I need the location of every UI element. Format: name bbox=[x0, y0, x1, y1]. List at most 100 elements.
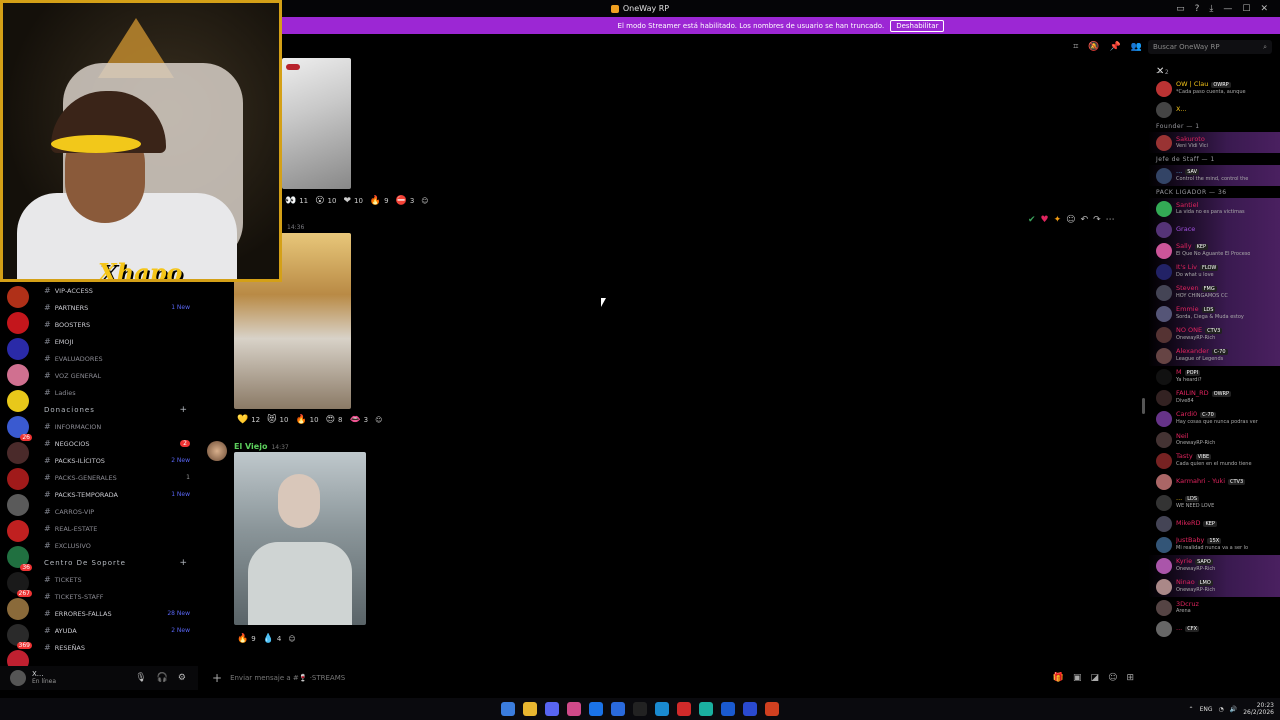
channel-item[interactable]: # PARTNERS 1 New bbox=[36, 299, 198, 316]
server-icon[interactable] bbox=[7, 468, 29, 490]
server-icon[interactable] bbox=[7, 364, 29, 386]
member-item[interactable]: Tasty VIBE Cada quien en el mundo tiene bbox=[1148, 450, 1280, 471]
add-reaction-icon[interactable]: ☺ bbox=[375, 416, 382, 424]
channel-item[interactable]: # RESEÑAS bbox=[36, 639, 198, 656]
server-icon[interactable]: 369 bbox=[7, 624, 32, 649]
member-item[interactable]: Alexander C-70 League of Legends bbox=[1148, 345, 1280, 366]
server-icon[interactable] bbox=[7, 442, 29, 464]
member-item[interactable]: M POPI Ya heardi? bbox=[1148, 366, 1280, 387]
server-icon[interactable] bbox=[7, 338, 29, 360]
reply-icon[interactable]: ↶ bbox=[1081, 215, 1089, 225]
member-item[interactable]: Ninao LMO OnewayRP-Rich bbox=[1148, 576, 1280, 597]
check-react-icon[interactable]: ✔ bbox=[1028, 215, 1036, 225]
member-item[interactable]: ... LDS WE NEED LOVE bbox=[1148, 492, 1280, 513]
upload-plus-icon[interactable]: + bbox=[212, 671, 222, 685]
disable-streamer-button[interactable]: Deshabilitar bbox=[890, 19, 945, 32]
reaction-pill[interactable]: ❤ 10 bbox=[343, 196, 362, 206]
language-indicator[interactable]: ENG bbox=[1200, 706, 1213, 713]
reaction-pill[interactable]: 🔥 10 bbox=[295, 415, 318, 425]
settings-gear-icon[interactable]: ⚙ bbox=[178, 673, 186, 683]
member-item[interactable]: It's Liv FLOW Do what u love bbox=[1148, 261, 1280, 282]
apps-icon[interactable]: ⊞ bbox=[1126, 673, 1134, 683]
add-reaction-icon[interactable]: ☺ bbox=[288, 635, 295, 643]
server-icon[interactable]: 267 bbox=[7, 572, 32, 597]
server-icon[interactable] bbox=[7, 494, 29, 516]
channel-item[interactable]: # CARROS-VIP bbox=[36, 503, 198, 520]
close-icon[interactable]: ✕ bbox=[1156, 66, 1164, 77]
category-header[interactable]: Centro De Soporte + bbox=[36, 554, 198, 571]
heart-react-icon[interactable]: ♥ bbox=[1041, 215, 1049, 225]
maximize-button[interactable]: ☐ bbox=[1242, 4, 1250, 14]
chat-scrollbar[interactable] bbox=[1142, 398, 1145, 414]
message-image-3[interactable] bbox=[234, 452, 366, 625]
channel-item[interactable]: # AYUDA 2 New bbox=[36, 622, 198, 639]
clock[interactable]: 20:23 26/2/2026 bbox=[1243, 702, 1274, 716]
server-icon[interactable] bbox=[7, 598, 29, 620]
message-image-1[interactable] bbox=[282, 58, 351, 189]
server-icon[interactable] bbox=[7, 390, 29, 412]
reaction-pill[interactable]: 😍 8 bbox=[326, 415, 343, 425]
taskbar-app-icon[interactable] bbox=[589, 702, 603, 716]
notification-bell-icon[interactable]: 🔕 bbox=[1088, 42, 1099, 52]
channel-item[interactable]: # PACKS-GENERALES 1 bbox=[36, 469, 198, 486]
member-item[interactable]: Kyrie SAPO OnewayRP-Rich bbox=[1148, 555, 1280, 576]
member-list-icon[interactable]: 👥 bbox=[1131, 42, 1142, 52]
reaction-pill[interactable]: 💛 12 bbox=[237, 415, 260, 425]
member-item[interactable]: ... SAV Control the mind, control the bbox=[1148, 165, 1280, 186]
reaction-pill[interactable]: 🔥 9 bbox=[237, 634, 256, 644]
emoji-icon[interactable]: ☺ bbox=[1108, 673, 1117, 683]
channel-item[interactable]: # EMOJI bbox=[36, 333, 198, 350]
member-item[interactable]: FAILIN_RD OWRP Dive84 bbox=[1148, 387, 1280, 408]
channel-item[interactable]: # VIP-ACCESS bbox=[36, 282, 198, 299]
reaction-pill[interactable]: 😻 10 bbox=[267, 415, 288, 425]
taskbar-app-icon[interactable] bbox=[721, 702, 735, 716]
taskbar-app-icon[interactable] bbox=[567, 702, 581, 716]
server-icon[interactable] bbox=[7, 520, 29, 542]
fire-react-icon[interactable]: ✦ bbox=[1054, 215, 1062, 225]
member-item[interactable]: Sakuroto Veni Vidi Vici bbox=[1148, 132, 1280, 153]
member-item[interactable]: Steven FMG HOY CHINGAMOS CC bbox=[1148, 282, 1280, 303]
member-item[interactable]: X... bbox=[1148, 99, 1280, 120]
tray-chevron-icon[interactable]: ⌃ bbox=[1189, 706, 1194, 713]
category-header[interactable]: Donaciones + bbox=[36, 401, 198, 418]
create-channel-icon[interactable]: + bbox=[179, 405, 188, 415]
taskbar-app-icon[interactable] bbox=[611, 702, 625, 716]
member-item[interactable]: Emmie LDS Sorda, Ciega & Muda estoy bbox=[1148, 303, 1280, 324]
message-composer[interactable]: + Enviar mensaje a #🍷 ·STREAMS 🎁 ▣ ◪ ☺ ⊞ bbox=[206, 668, 1142, 688]
member-item[interactable]: Sally KEP El Que No Aguante El Proceso bbox=[1148, 240, 1280, 261]
add-reaction-icon[interactable]: ☺ bbox=[1066, 215, 1075, 225]
gift-icon[interactable]: 🎁 bbox=[1053, 673, 1064, 683]
user-avatar[interactable] bbox=[10, 670, 26, 686]
member-item[interactable]: Karmahri - Yuki CTV3 bbox=[1148, 471, 1280, 492]
member-item[interactable]: Cardi0 C-70 Hay cosas que nunca podras ver bbox=[1148, 408, 1280, 429]
channel-item[interactable]: # INFORMACION bbox=[36, 418, 198, 435]
close-button[interactable]: ✕ bbox=[1260, 4, 1268, 14]
channel-item[interactable]: # TICKETS-STAFF bbox=[36, 588, 198, 605]
reaction-pill[interactable]: 😮 10 bbox=[315, 196, 336, 206]
channel-item[interactable]: # PACKS-ILÍCITOS 2 New bbox=[36, 452, 198, 469]
add-reaction-icon[interactable]: ☺ bbox=[421, 197, 428, 205]
gif-icon[interactable]: ▣ bbox=[1073, 673, 1082, 683]
headphones-icon[interactable]: 🎧 bbox=[157, 673, 168, 683]
microphone-icon[interactable]: 🎙 bbox=[135, 673, 146, 683]
member-item[interactable]: Neil OnewayRP-Rich bbox=[1148, 429, 1280, 450]
member-item[interactable]: NO ONE CTV3 OnewayRP-Rich bbox=[1148, 324, 1280, 345]
reaction-pill[interactable]: 🔥 9 bbox=[370, 196, 389, 206]
download-icon[interactable]: ⤓ bbox=[1209, 4, 1213, 14]
taskbar-app-icon[interactable] bbox=[655, 702, 669, 716]
member-item[interactable]: ... CFX bbox=[1148, 618, 1280, 639]
taskbar-app-icon[interactable] bbox=[765, 702, 779, 716]
server-icon[interactable]: 26 bbox=[7, 416, 32, 441]
reaction-pill[interactable]: 👄 3 bbox=[349, 415, 368, 425]
reaction-pill[interactable]: 💧 4 bbox=[263, 634, 282, 644]
channel-item[interactable]: # EXCLUSIVO bbox=[36, 537, 198, 554]
author-avatar[interactable] bbox=[207, 441, 227, 461]
channel-item[interactable]: # EVALUADORES bbox=[36, 350, 198, 367]
channel-item[interactable]: # ERRORES-FALLAS 28 New bbox=[36, 605, 198, 622]
member-item[interactable]: Santiel La vida no es para victimas bbox=[1148, 198, 1280, 219]
taskbar-app-icon[interactable] bbox=[677, 702, 691, 716]
minimize-button[interactable]: — bbox=[1223, 4, 1232, 14]
channel-item[interactable]: # BOOSTERS bbox=[36, 316, 198, 333]
more-options-icon[interactable]: ⋯ bbox=[1106, 215, 1115, 225]
taskbar-app-icon[interactable] bbox=[699, 702, 713, 716]
